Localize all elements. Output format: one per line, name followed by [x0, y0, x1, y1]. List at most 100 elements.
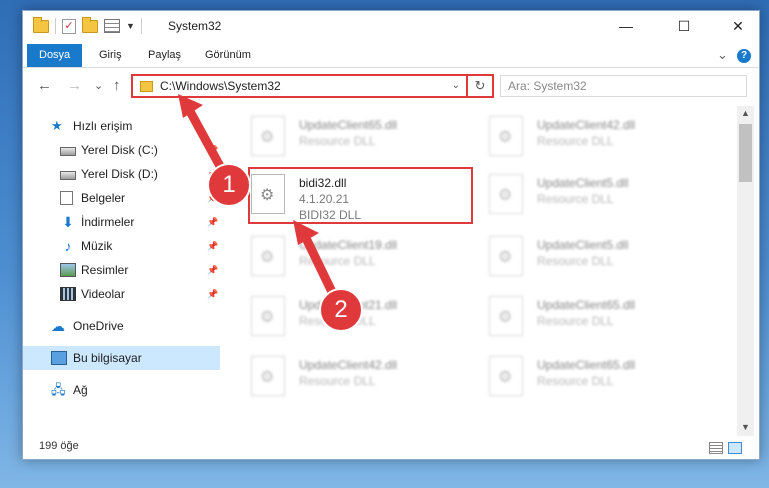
file-name: UpdateClient65.dll: [299, 118, 398, 132]
documents-icon: [60, 191, 73, 205]
properties-icon[interactable]: [104, 19, 120, 33]
file-tile[interactable]: UpdateClient42.dll Resource DLL: [251, 354, 471, 404]
dll-file-icon: [489, 296, 523, 336]
tab-share[interactable]: Paylaş: [136, 44, 193, 67]
large-icons-view-icon[interactable]: [728, 442, 742, 454]
file-name: UpdateClient65.dll: [537, 358, 636, 372]
sidebar-item-label: Hızlı erişim: [73, 119, 133, 133]
dll-file-icon: [251, 356, 285, 396]
sidebar-item-label: Müzik: [81, 239, 113, 253]
cloud-icon: ☁: [51, 318, 65, 334]
file-tile[interactable]: UpdateClient42.dll Resource DLL: [489, 114, 709, 164]
address-bar[interactable]: C:\Windows\System32 ⌄ ↻: [131, 74, 494, 98]
toolbar-divider: [55, 18, 56, 34]
navigation-pane: ★ Hızlı erişim Yerel Disk (C:) 📌 Yerel D…: [23, 106, 220, 436]
pin-icon: 📌: [207, 216, 219, 227]
new-folder-icon[interactable]: [82, 16, 98, 33]
scrollbar-thumb[interactable]: [739, 124, 752, 182]
explorer-window: ✓ ▼ System32 — ☐ ✕ Dosya Giriş Paylaş Gö…: [22, 10, 760, 460]
tab-file[interactable]: Dosya: [27, 44, 83, 67]
file-name: UpdateClient42.dll: [299, 358, 398, 372]
pin-icon: 📌: [207, 288, 219, 299]
drive-icon: [60, 171, 76, 180]
dll-file-icon: [489, 356, 523, 396]
file-name: UpdateClient5.dll: [537, 238, 629, 252]
sidebar-item-onedrive[interactable]: ☁ OneDrive: [23, 314, 220, 338]
tab-home[interactable]: Giriş: [87, 44, 134, 67]
properties-check-icon[interactable]: ✓: [62, 18, 76, 34]
file-tile[interactable]: UpdateClient65.dll Resource DLL: [489, 294, 709, 344]
network-icon: 🖧: [51, 382, 66, 397]
ribbon-tabs: Dosya Giriş Paylaş Görünüm ⌄ ?: [23, 44, 759, 68]
item-count: 199 öğe: [39, 440, 79, 452]
tab-view[interactable]: Görünüm: [193, 44, 263, 67]
sidebar-item-label: İndirmeler: [81, 215, 135, 229]
address-path[interactable]: C:\Windows\System32: [160, 79, 281, 93]
file-tile[interactable]: UpdateClient5.dll Resource DLL: [489, 234, 709, 284]
file-highlight-box: [248, 167, 473, 224]
expand-ribbon-chevron-icon[interactable]: ⌄: [717, 47, 728, 63]
forward-button[interactable]: →: [67, 77, 82, 94]
pin-icon: 📌: [207, 264, 219, 275]
navigation-bar: ← → ⌄ ↑ C:\Windows\System32 ⌄ ↻ Ara: Sys…: [23, 72, 759, 102]
recent-locations-chevron-icon[interactable]: ⌄: [94, 79, 103, 92]
scroll-down-icon[interactable]: ▼: [741, 422, 750, 432]
sidebar-item-documents[interactable]: Belgeler 📌: [23, 186, 220, 210]
vertical-scrollbar[interactable]: ▲ ▼: [737, 106, 754, 436]
minimize-button[interactable]: —: [603, 11, 649, 41]
dll-file-icon: [251, 116, 285, 156]
search-input[interactable]: Ara: System32: [500, 75, 747, 97]
file-description: Resource DLL: [299, 134, 376, 148]
file-description: Resource DLL: [537, 314, 614, 328]
sidebar-item-label: Bu bilgisayar: [73, 351, 142, 365]
help-icon[interactable]: ?: [737, 49, 751, 63]
sidebar-item-label: OneDrive: [73, 319, 124, 333]
address-folder-icon: [140, 81, 153, 92]
videos-icon: [60, 287, 76, 301]
file-list: UpdateClient65.dll Resource DLL UpdateCl…: [223, 106, 743, 436]
file-tile[interactable]: UpdateClient5.dll Resource DLL: [489, 172, 709, 222]
folder-icon: [33, 16, 49, 33]
file-tile[interactable]: UpdateClient21.dll Resource DLL: [251, 294, 471, 344]
star-icon: ★: [51, 118, 63, 133]
file-tile[interactable]: UpdateClient19.dll Resource DLL: [251, 234, 471, 284]
sidebar-item-label: Belgeler: [81, 191, 126, 205]
qat-chevron-down-icon[interactable]: ▼: [126, 21, 135, 31]
sidebar-item-music[interactable]: ♪ Müzik 📌: [23, 234, 220, 258]
pin-icon: 📌: [207, 144, 219, 155]
sidebar-item-videos[interactable]: Videolar 📌: [23, 282, 220, 306]
dll-file-icon: [489, 116, 523, 156]
window-title: System32: [168, 19, 222, 33]
sidebar-item-pictures[interactable]: Resimler 📌: [23, 258, 220, 282]
downloads-icon: ⬇: [62, 214, 74, 230]
file-description: Resource DLL: [299, 374, 376, 388]
sidebar-item-local-disk-d[interactable]: Yerel Disk (D:) 📌: [23, 162, 220, 186]
back-button[interactable]: ←: [37, 77, 52, 94]
address-history-chevron-icon[interactable]: ⌄: [452, 80, 460, 91]
step-label-2: 2: [334, 296, 348, 323]
dll-file-icon: [251, 236, 285, 276]
details-view-icon[interactable]: [709, 442, 723, 454]
sidebar-item-this-pc[interactable]: Bu bilgisayar: [23, 346, 220, 370]
file-tile[interactable]: UpdateClient65.dll Resource DLL: [489, 354, 709, 404]
pin-icon: 📌: [207, 240, 219, 251]
title-bar: ✓ ▼ System32 — ☐ ✕: [23, 11, 759, 43]
sidebar-item-label: Yerel Disk (D:): [81, 167, 158, 181]
scroll-up-icon[interactable]: ▲: [741, 108, 750, 118]
sidebar-item-quick-access[interactable]: ★ Hızlı erişim: [23, 114, 220, 138]
up-button[interactable]: ↑: [113, 77, 121, 94]
close-button[interactable]: ✕: [715, 11, 761, 41]
dll-file-icon: [489, 174, 523, 214]
search-placeholder: Ara: System32: [508, 79, 587, 93]
status-bar: 199 öğe: [23, 437, 759, 459]
music-icon: ♪: [64, 238, 72, 254]
quick-access-toolbar: ✓ ▼: [33, 16, 142, 34]
sidebar-item-network[interactable]: 🖧 Ağ: [23, 378, 220, 402]
refresh-button[interactable]: ↻: [466, 74, 492, 98]
maximize-button[interactable]: ☐: [661, 11, 707, 41]
sidebar-item-local-disk-c[interactable]: Yerel Disk (C:) 📌: [23, 138, 220, 162]
pictures-icon: [60, 263, 76, 277]
file-tile[interactable]: UpdateClient65.dll Resource DLL: [251, 114, 471, 164]
file-description: Resource DLL: [537, 374, 614, 388]
sidebar-item-downloads[interactable]: ⬇ İndirmeler 📌: [23, 210, 220, 234]
